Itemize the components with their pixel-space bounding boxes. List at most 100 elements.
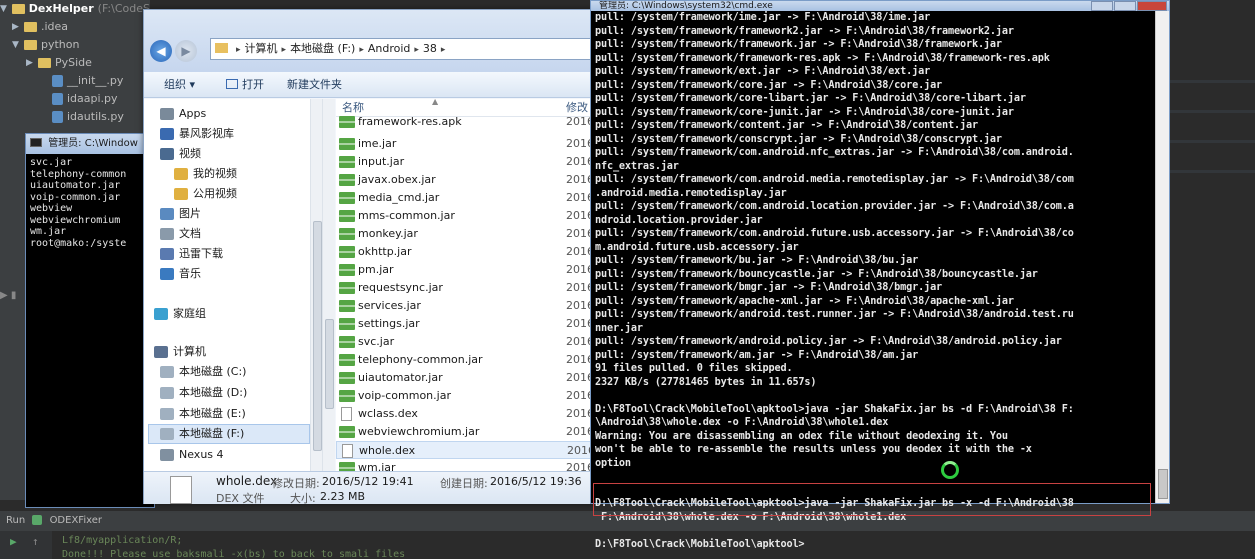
details-created-value: 2016/5/12 19:36: [490, 475, 582, 488]
jar-file-icon: [339, 282, 355, 294]
run-config-label[interactable]: ODEXFixer: [50, 515, 102, 526]
file-row[interactable]: javax.obex.jar 2016: [336, 171, 600, 189]
details-pane: whole.dex 修改日期: 2016/5/12 19:41 创建日期: 20…: [144, 471, 600, 505]
nav-item-drive-c[interactable]: 本地磁盘 (C:): [160, 362, 246, 382]
terminal-line: pull: /system/framework/framework.jar ->…: [595, 39, 1002, 50]
cmd-window[interactable]: 管理员: C:\Windows\system32\cmd.exe pull: /…: [590, 0, 1170, 550]
nav-item-public-videos[interactable]: 公用视频: [174, 184, 237, 204]
chevron-down-icon[interactable]: ▼: [0, 0, 12, 18]
file-list-scrollbar[interactable]: [322, 99, 335, 471]
nav-item-apps[interactable]: Apps: [160, 104, 206, 124]
chevron-down-icon[interactable]: ▼: [12, 36, 24, 54]
file-row[interactable]: okhttp.jar 2016: [336, 243, 600, 261]
run-tab-label[interactable]: Run: [6, 515, 25, 526]
nav-item-documents[interactable]: 文档: [160, 224, 201, 244]
close-button[interactable]: [1137, 1, 1167, 11]
window-title-bar[interactable]: 管理员: C:\Windows\system32\cmd.exe: [591, 1, 1169, 11]
file-row[interactable]: mms-common.jar 2016: [336, 207, 600, 225]
nav-item-homegroup[interactable]: 家庭组: [154, 304, 206, 324]
arrow-up-icon[interactable]: ↑: [32, 535, 39, 548]
breadcrumb-item[interactable]: 本地磁盘 (F:): [290, 42, 355, 55]
nav-item-nexus4[interactable]: Nexus 4: [160, 445, 224, 465]
jar-file-icon: [339, 192, 355, 204]
tree-item[interactable]: ▼ python: [0, 36, 150, 54]
nav-item-pictures[interactable]: 图片: [160, 204, 201, 224]
file-row-selected[interactable]: whole.dex 2016: [336, 441, 600, 459]
explorer-header: ◀ ▶ ▸ 计算机 ▸ 本地磁盘 (F:) ▸ Android ▸ 38 ▸: [144, 10, 602, 72]
window-title-bar[interactable]: 管理员: C:\Window: [26, 134, 154, 154]
nav-item-xunlei[interactable]: 迅雷下载: [160, 244, 223, 264]
file-row[interactable]: settings.jar 2016: [336, 315, 600, 333]
nav-item-drive-e[interactable]: 本地磁盘 (E:): [160, 404, 246, 424]
file-row[interactable]: svc.jar 2016: [336, 333, 600, 351]
file-row[interactable]: pm.jar 2016: [336, 261, 600, 279]
address-bar[interactable]: ▸ 计算机 ▸ 本地磁盘 (F:) ▸ Android ▸ 38 ▸: [210, 38, 602, 60]
console-line: Lf8/myapplication/R;: [62, 535, 183, 546]
sort-up-icon: ▲: [432, 99, 439, 106]
collapsed-arrow-icon[interactable]: ▶ ▮: [0, 290, 16, 301]
nav-item-computer[interactable]: 计算机: [154, 342, 206, 362]
file-row[interactable]: media_cmd.jar 2016: [336, 189, 600, 207]
file-row[interactable]: services.jar 2016: [336, 297, 600, 315]
tree-item[interactable]: ▶ .idea: [0, 18, 150, 36]
new-folder-button[interactable]: 新建文件夹: [287, 72, 342, 98]
file-row[interactable]: ime.jar 2016: [336, 135, 600, 153]
tree-item-label: PySide: [55, 56, 92, 69]
file-row[interactable]: monkey.jar 2016: [336, 225, 600, 243]
minimize-button[interactable]: [1091, 1, 1113, 11]
maximize-button[interactable]: [1114, 1, 1136, 11]
open-button[interactable]: 打开: [226, 72, 264, 98]
tree-item-label: __init__.py: [67, 74, 124, 87]
cmd-window-small[interactable]: 管理员: C:\Window svc.jar telephony-common …: [25, 133, 155, 508]
play-icon[interactable]: ▶: [10, 535, 17, 548]
breadcrumb-item[interactable]: 计算机: [245, 42, 278, 55]
terminal-line: pull: /system/framework/android.policy.j…: [595, 336, 1062, 347]
file-row[interactable]: webviewchromium.jar 2016: [336, 423, 600, 441]
tree-item-label: python: [41, 38, 80, 51]
tree-item[interactable]: idautils.py: [0, 108, 150, 126]
organize-button[interactable]: 组织 ▾: [164, 72, 195, 98]
file-row[interactable]: framework-res.apk 2016: [336, 113, 600, 131]
file-row[interactable]: voip-common.jar 2016: [336, 387, 600, 405]
tree-item[interactable]: __init__.py: [0, 72, 150, 90]
file-row[interactable]: wm.jar 2016: [336, 459, 600, 471]
chevron-right-icon[interactable]: ▶: [26, 54, 38, 72]
scroll-thumb[interactable]: [313, 221, 322, 451]
jar-file-icon: [339, 390, 355, 402]
tree-item[interactable]: ▶ PySide: [0, 54, 150, 72]
file-row[interactable]: input.jar 2016: [336, 153, 600, 171]
file-row[interactable]: wclass.dex 2016: [336, 405, 600, 423]
details-modified-label: 修改日期:: [272, 477, 320, 490]
drive-icon: [160, 408, 174, 420]
terminal-scrollbar[interactable]: [1155, 11, 1169, 503]
file-row[interactable]: telephony-common.jar 2016: [336, 351, 600, 369]
breadcrumb-item[interactable]: 38: [423, 42, 437, 55]
computer-icon: [154, 346, 168, 358]
cmd-icon: [30, 138, 42, 147]
chevron-right-icon[interactable]: ▶: [12, 18, 24, 36]
nav-item-videos[interactable]: 视频: [160, 144, 201, 164]
forward-button[interactable]: ▶: [175, 40, 197, 62]
folder-icon: [11, 4, 25, 14]
jar-file-icon: [339, 372, 355, 384]
jar-file-icon: [339, 228, 355, 240]
terminal-line: pull: /system/framework/bouncycastle.jar…: [595, 268, 1038, 280]
scroll-thumb[interactable]: [325, 319, 334, 409]
breadcrumb-item[interactable]: Android: [368, 42, 411, 55]
file-row[interactable]: uiautomator.jar 2016: [336, 369, 600, 387]
scroll-thumb[interactable]: [1158, 469, 1168, 499]
nav-item-my-videos[interactable]: 我的视频: [174, 164, 237, 184]
nav-item-drive-f[interactable]: 本地磁盘 (F:): [148, 424, 310, 444]
back-button[interactable]: ◀: [150, 40, 172, 62]
nav-item-baofeng[interactable]: 暴风影视库: [160, 124, 234, 144]
tree-root-project[interactable]: ▼ DexHelper (F:\CodeS: [0, 0, 150, 18]
nav-item-drive-d[interactable]: 本地磁盘 (D:): [160, 383, 247, 403]
file-row[interactable]: requestsync.jar 2016: [336, 279, 600, 297]
terminal-line: pull: /system/framework/com.android.futu…: [595, 228, 1074, 239]
terminal-line: 91 files pulled. 0 files skipped.: [595, 363, 793, 374]
tree-item[interactable]: idaapi.py: [0, 90, 150, 108]
file-explorer-window[interactable]: ◀ ▶ ▸ 计算机 ▸ 本地磁盘 (F:) ▸ Android ▸ 38 ▸ 组织 ▾ 打开 新…: [143, 9, 602, 505]
details-size-value: 2.23 MB: [320, 490, 366, 503]
nav-item-music[interactable]: 音乐: [160, 264, 201, 284]
jar-file-icon: [339, 246, 355, 258]
